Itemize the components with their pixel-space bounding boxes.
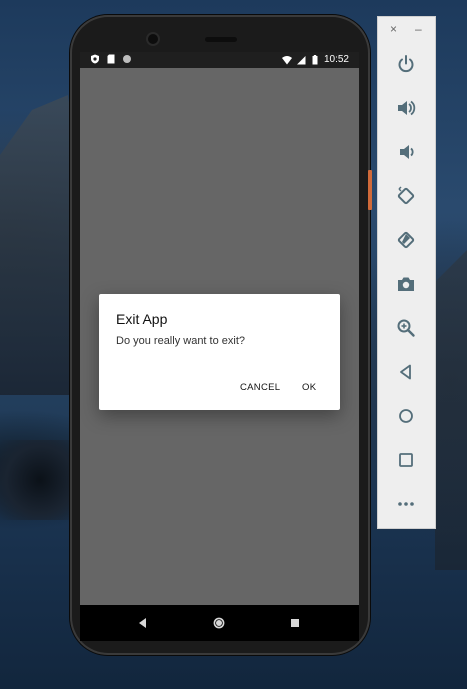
wallpaper-rocks [0, 440, 80, 520]
nav-home-icon[interactable] [213, 617, 225, 629]
volume-up-icon [398, 100, 416, 116]
wallpaper-mountain-left [0, 95, 80, 395]
home-icon [399, 409, 413, 423]
sync-notification-icon [123, 55, 131, 63]
wifi-icon [281, 56, 292, 65]
cancel-button[interactable]: CANCEL [240, 382, 280, 393]
toolbar-close-button[interactable]: × [390, 23, 397, 35]
zoom-icon [397, 319, 415, 337]
dialog-message: Do you really want to exit? [116, 335, 246, 347]
power-button[interactable] [394, 52, 418, 76]
nav-recent-icon[interactable] [289, 617, 301, 629]
android-nav-bar [80, 605, 359, 641]
wallpaper-mountain-right [435, 250, 467, 570]
volume-up-button[interactable] [394, 96, 418, 120]
phone-screen: 10:52 Exit App Do you really want to exi… [80, 52, 359, 641]
cell-signal-icon [296, 56, 306, 65]
back-icon [400, 364, 411, 380]
toolbar-minimize-button[interactable]: – [415, 23, 422, 35]
more-icon [398, 502, 414, 506]
more-button[interactable] [394, 492, 418, 516]
dialog-title: Exit App [116, 311, 168, 327]
nav-back-icon[interactable] [137, 617, 149, 629]
back-button[interactable] [394, 360, 418, 384]
zoom-button[interactable] [394, 316, 418, 340]
home-button[interactable] [394, 404, 418, 428]
rotate-right-button[interactable] [394, 228, 418, 252]
emulator-toolbar: × – [377, 16, 436, 529]
rotate-right-icon [397, 231, 415, 249]
power-icon [398, 55, 414, 73]
rotate-left-button[interactable] [394, 184, 418, 208]
status-time: 10:52 [323, 54, 349, 65]
volume-down-icon [400, 145, 414, 159]
phone-side-button [368, 170, 372, 210]
exit-dialog: Exit App Do you really want to exit? CAN… [99, 294, 340, 410]
overview-icon [399, 453, 413, 467]
ok-button[interactable]: OK [302, 382, 316, 393]
camera-icon [398, 277, 414, 291]
volume-down-button[interactable] [394, 140, 418, 164]
status-bar: 10:52 [80, 52, 359, 68]
sd-card-icon [107, 54, 115, 64]
front-camera [148, 34, 158, 44]
shield-notification-icon [91, 54, 99, 64]
screenshot-button[interactable] [394, 272, 418, 296]
earpiece-speaker [205, 37, 237, 42]
battery-icon [312, 55, 318, 65]
app-content-area: Exit App Do you really want to exit? CAN… [80, 68, 359, 605]
rotate-left-icon [397, 186, 415, 205]
overview-button[interactable] [394, 448, 418, 472]
